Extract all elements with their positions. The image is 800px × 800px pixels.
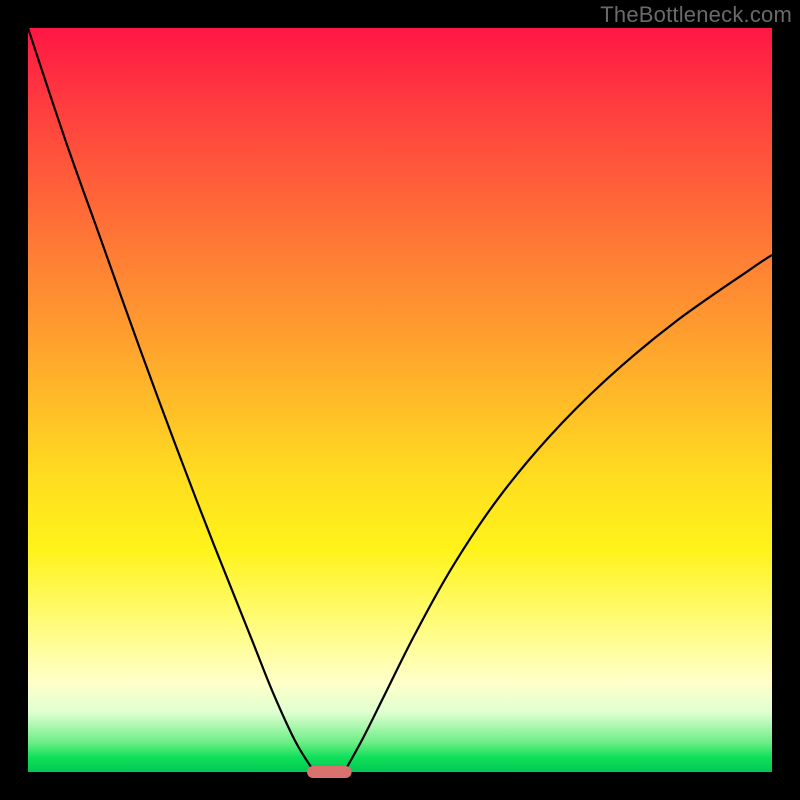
bottleneck-curve-left	[28, 28, 314, 772]
optimal-marker	[307, 766, 352, 778]
chart-frame: TheBottleneck.com	[0, 0, 800, 800]
bottleneck-curve-right	[344, 255, 772, 772]
curve-layer	[28, 28, 772, 772]
plot-area	[28, 28, 772, 772]
watermark-text: TheBottleneck.com	[600, 2, 792, 28]
